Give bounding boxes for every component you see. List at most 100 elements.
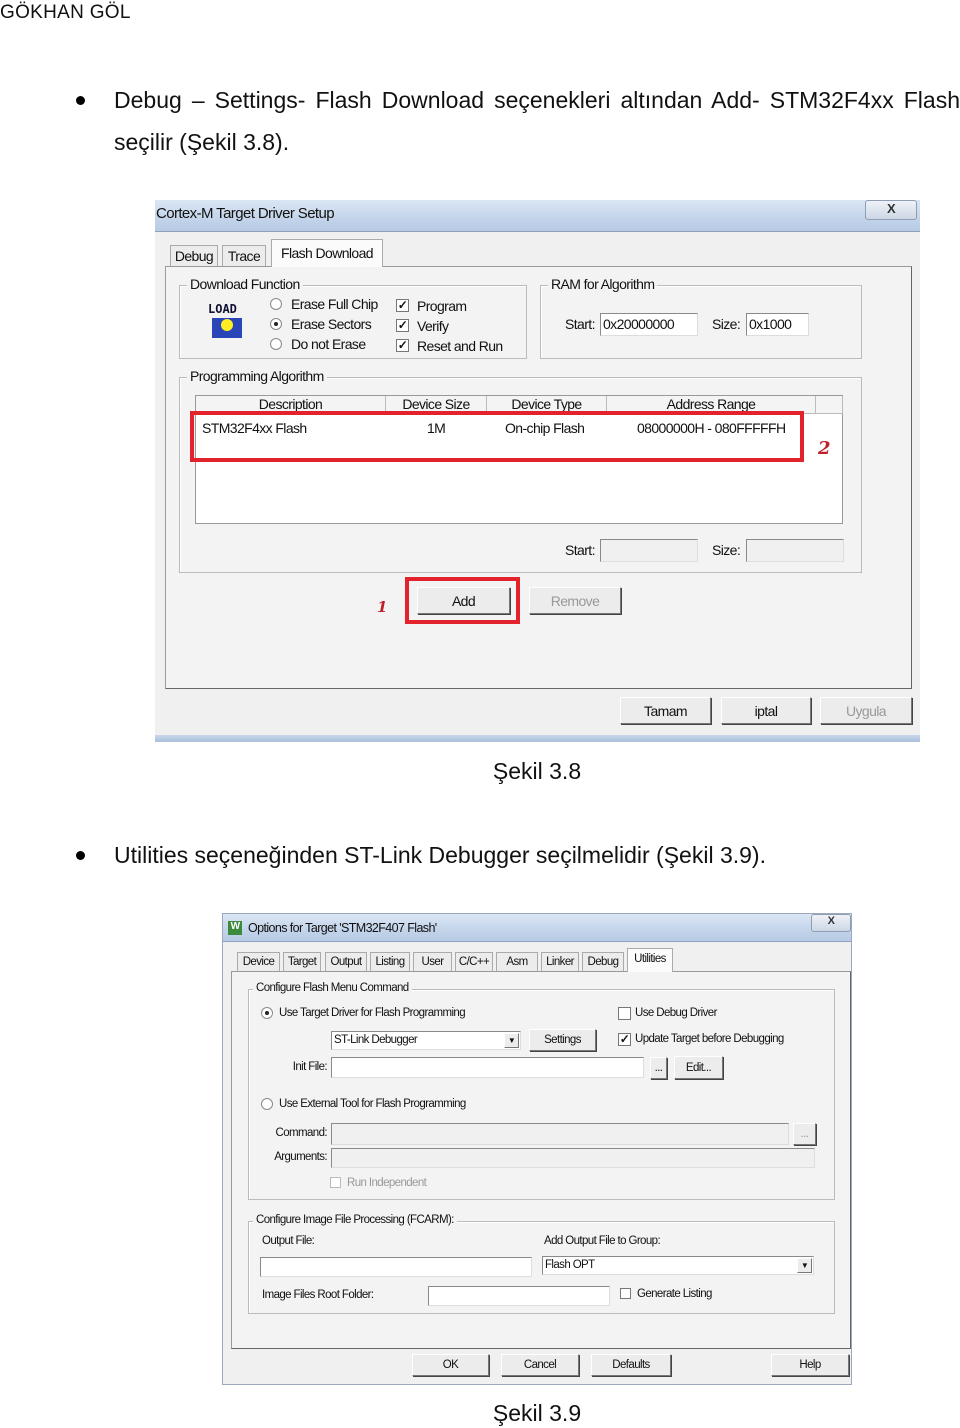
add-to-group-label: Add Output File to Group: bbox=[544, 1235, 661, 1247]
run-independent-label: Run Independent bbox=[347, 1177, 427, 1189]
ram-size-input[interactable]: 0x1000 bbox=[746, 313, 809, 336]
chevron-down-icon[interactable]: ▼ bbox=[797, 1258, 812, 1273]
tab-utilities[interactable]: Utilities bbox=[627, 948, 673, 972]
column-header-blank bbox=[816, 396, 843, 414]
root-folder-label: Image Files Root Folder: bbox=[262, 1289, 374, 1301]
group-value: Flash OPT bbox=[545, 1259, 595, 1271]
radio-use-target-driver[interactable] bbox=[261, 1007, 273, 1019]
ram-size-label: Size: bbox=[712, 316, 741, 332]
dialog-title: Cortex-M Target Driver Setup bbox=[156, 205, 335, 222]
dialog-title: Options for Target 'STM32F407 Flash' bbox=[248, 921, 437, 935]
verify-checkbox[interactable]: ✓ bbox=[396, 319, 409, 332]
update-target-label: Update Target before Debugging bbox=[635, 1033, 784, 1045]
configure-image-label: Configure Image File Processing (FCARM): bbox=[253, 1214, 457, 1226]
ok-button[interactable]: OK bbox=[412, 1354, 489, 1376]
ram-start-label: Start: bbox=[565, 316, 595, 332]
annotation-2: 2 bbox=[818, 438, 831, 459]
ok-button[interactable]: Tamam bbox=[620, 697, 711, 724]
settings-button[interactable]: Settings bbox=[529, 1029, 596, 1051]
output-file-label: Output File: bbox=[262, 1235, 315, 1247]
radio-do-not-erase[interactable] bbox=[270, 338, 282, 350]
do-not-erase-label: Do not Erase bbox=[291, 336, 366, 352]
tab-c-cpp[interactable]: C/C++ bbox=[455, 952, 493, 971]
configure-flash-menu-command-group bbox=[248, 989, 835, 1200]
highlight-box-add bbox=[405, 577, 520, 624]
bottom-frame bbox=[155, 735, 920, 742]
radio-erase-full-chip[interactable] bbox=[270, 298, 282, 310]
ram-for-algorithm-label: RAM for Algorithm bbox=[548, 276, 658, 292]
generate-listing-checkbox[interactable] bbox=[620, 1288, 631, 1299]
command-browse-button[interactable]: ... bbox=[793, 1123, 816, 1145]
options-for-target-dialog: W Options for Target 'STM32F407 Flash' X… bbox=[222, 913, 852, 1385]
init-file-browse-button[interactable]: ... bbox=[650, 1057, 667, 1079]
edit-button[interactable]: Edit... bbox=[674, 1056, 723, 1079]
tab-asm[interactable]: Asm bbox=[496, 952, 538, 971]
arguments-input[interactable] bbox=[331, 1148, 815, 1168]
verify-label: Verify bbox=[417, 318, 449, 334]
reset-and-run-checkbox[interactable]: ✓ bbox=[396, 339, 409, 352]
paragraph-1-line-2: seçilir (Şekil 3.8). bbox=[114, 129, 290, 155]
output-file-input[interactable] bbox=[260, 1257, 532, 1277]
update-target-checkbox[interactable]: ✓ bbox=[618, 1033, 631, 1046]
driver-value: ST-Link Debugger bbox=[334, 1034, 418, 1046]
paragraph-1-line-1: Debug – Settings- Flash Download seçenek… bbox=[114, 87, 960, 113]
ram-start-input[interactable]: 0x20000000 bbox=[600, 313, 698, 336]
bullet bbox=[76, 96, 85, 105]
tab-user[interactable]: User bbox=[413, 952, 452, 971]
algorithm-size-input[interactable] bbox=[746, 539, 844, 562]
tab-trace[interactable]: Trace bbox=[222, 245, 266, 266]
command-label: Command: bbox=[275, 1127, 328, 1139]
tab-output[interactable]: Output bbox=[325, 952, 367, 971]
figure-2-caption: Şekil 3.9 bbox=[492, 1400, 582, 1426]
use-debug-driver-checkbox[interactable] bbox=[618, 1007, 631, 1020]
radio-erase-sectors[interactable] bbox=[270, 318, 282, 330]
highlight-box-algorithm bbox=[190, 411, 804, 462]
help-button[interactable]: Help bbox=[771, 1354, 849, 1376]
load-icon: LOAD bbox=[208, 302, 246, 342]
use-target-driver-label: Use Target Driver for Flash Programming bbox=[279, 1007, 466, 1019]
use-external-tool-label: Use External Tool for Flash Programming bbox=[279, 1098, 466, 1110]
erase-full-chip-label: Erase Full Chip bbox=[291, 296, 378, 312]
program-checkbox[interactable]: ✓ bbox=[396, 299, 409, 312]
apply-button[interactable]: Uygula bbox=[820, 697, 912, 724]
paragraph-2-line-1: Utilities seçeneğinden ST-Link Debugger … bbox=[114, 842, 766, 868]
use-debug-driver-label: Use Debug Driver bbox=[635, 1007, 717, 1019]
defaults-button[interactable]: Defaults bbox=[591, 1354, 671, 1376]
tab-linker[interactable]: Linker bbox=[541, 952, 579, 971]
driver-dropdown[interactable]: ST-Link Debugger ▼ bbox=[331, 1031, 521, 1050]
group-dropdown[interactable]: Flash OPT ▼ bbox=[542, 1256, 814, 1275]
programming-algorithm-label: Programming Algorithm bbox=[187, 368, 327, 384]
page-header-author: GÖKHAN GÖL bbox=[0, 2, 131, 23]
init-file-input[interactable] bbox=[331, 1057, 644, 1078]
algorithm-start-input[interactable] bbox=[600, 539, 698, 562]
close-button[interactable]: X bbox=[865, 200, 917, 220]
annotation-1: 1 bbox=[377, 598, 387, 616]
command-input[interactable] bbox=[331, 1123, 789, 1145]
tab-debug[interactable]: Debug bbox=[170, 245, 218, 266]
root-folder-input[interactable] bbox=[428, 1286, 610, 1306]
remove-button[interactable]: Remove bbox=[529, 587, 621, 614]
tab-debug[interactable]: Debug bbox=[582, 952, 624, 971]
tab-device[interactable]: Device bbox=[237, 952, 280, 971]
init-file-label: Init File: bbox=[292, 1061, 328, 1073]
cancel-button[interactable]: iptal bbox=[721, 697, 811, 724]
title-bar: W Options for Target 'STM32F407 Flash' X bbox=[223, 914, 851, 942]
tab-flash-download[interactable]: Flash Download bbox=[271, 239, 383, 267]
figure-1-caption: Şekil 3.8 bbox=[492, 758, 582, 784]
app-icon: W bbox=[228, 921, 242, 935]
download-function-label: Download Function bbox=[187, 276, 303, 292]
bullet bbox=[76, 851, 85, 860]
tab-listing[interactable]: Listing bbox=[370, 952, 410, 971]
run-independent-checkbox[interactable] bbox=[330, 1177, 341, 1188]
chevron-down-icon[interactable]: ▼ bbox=[504, 1033, 519, 1048]
algorithm-start-label: Start: bbox=[565, 542, 595, 558]
cancel-button[interactable]: Cancel bbox=[501, 1354, 579, 1376]
radio-use-external-tool[interactable] bbox=[261, 1098, 273, 1110]
tab-target[interactable]: Target bbox=[283, 952, 321, 971]
title-bar: Cortex-M Target Driver Setup X bbox=[155, 200, 920, 232]
reset-and-run-label: Reset and Run bbox=[417, 338, 503, 354]
algorithm-size-label: Size: bbox=[712, 542, 741, 558]
erase-sectors-label: Erase Sectors bbox=[291, 316, 372, 332]
close-button[interactable]: X bbox=[811, 914, 851, 932]
cortex-m-target-driver-setup-dialog: Cortex-M Target Driver Setup X Debug Tra… bbox=[155, 200, 920, 742]
